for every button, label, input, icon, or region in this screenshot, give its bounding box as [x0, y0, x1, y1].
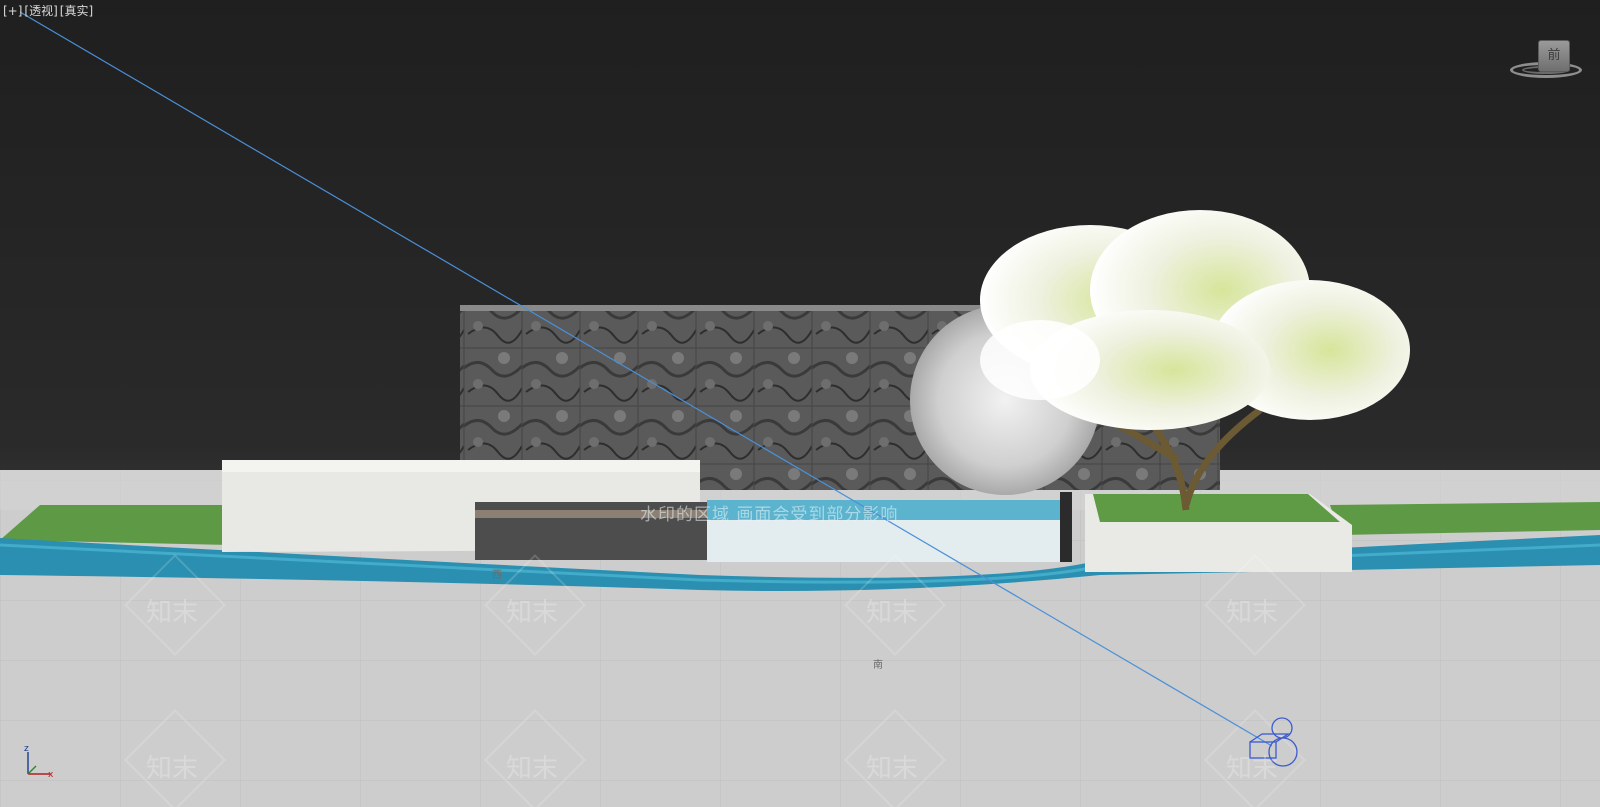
- grass-left: [0, 505, 230, 545]
- compass-label-west: 西: [492, 570, 502, 581]
- viewport-label-menu: [+] [透视] [真实]: [2, 2, 94, 19]
- viewcube-face-front[interactable]: 前: [1538, 40, 1570, 72]
- viewport-menu-point-of-view[interactable]: [透视]: [23, 4, 58, 18]
- viewport-perspective[interactable]: 知末 知末 知末 知末 知末 知末 知末 知末 [+] [透视] [真实] 前 西 …: [0, 0, 1600, 807]
- tree-canopy: [980, 210, 1410, 430]
- watermark-notice-text: 水印的区域 画面会受到部分影响: [640, 505, 899, 525]
- axis-label-z: z: [24, 744, 29, 754]
- scene-render[interactable]: [0, 0, 1600, 807]
- viewport-menu-shading[interactable]: [真实]: [59, 4, 94, 18]
- viewport-menu-general[interactable]: [+]: [2, 4, 23, 18]
- axis-label-x: x: [48, 770, 54, 780]
- compass-label-south: 南: [873, 660, 883, 671]
- viewcube-icon[interactable]: 前: [1508, 36, 1592, 84]
- grass-right: [1330, 502, 1600, 535]
- axis-tripod-icon: z x: [20, 744, 60, 784]
